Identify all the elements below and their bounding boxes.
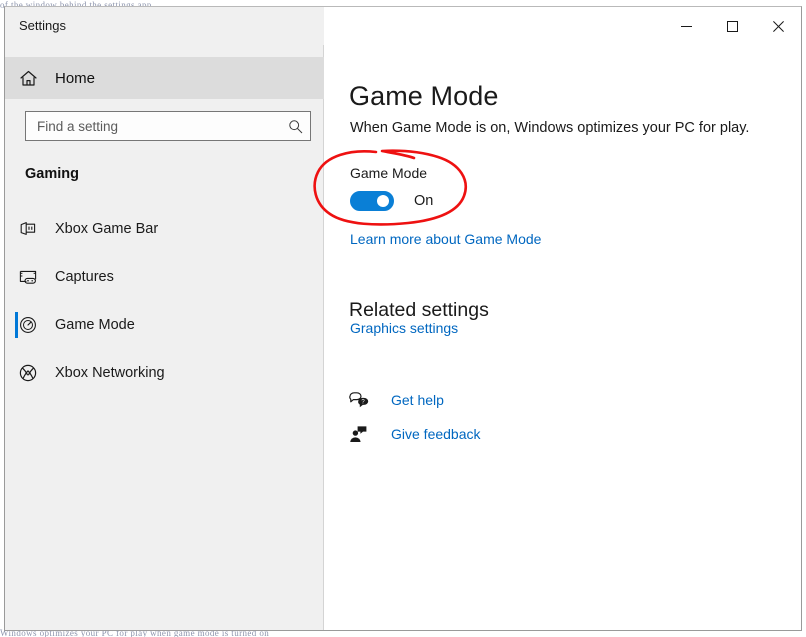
- sidebar-item-label: Xbox Networking: [55, 365, 165, 381]
- maximize-icon: [726, 20, 738, 32]
- content-pane: Game Mode When Game Mode is on, Windows …: [325, 45, 801, 630]
- sidebar-item-captures[interactable]: Captures: [5, 253, 324, 301]
- get-help-icon: ?: [349, 389, 375, 411]
- minimize-button[interactable]: [663, 7, 709, 45]
- close-button[interactable]: [755, 7, 801, 45]
- search-input[interactable]: [26, 118, 280, 134]
- window-controls: [663, 7, 801, 45]
- get-help-link[interactable]: Get help: [391, 392, 444, 408]
- sidebar-item-home-label: Home: [55, 69, 96, 87]
- graphics-settings-link[interactable]: Graphics settings: [350, 320, 458, 336]
- give-feedback-icon: [349, 423, 375, 445]
- search-icon[interactable]: [280, 119, 310, 134]
- page-title: Game Mode: [349, 81, 499, 112]
- search-box[interactable]: [25, 111, 311, 141]
- selection-indicator: [15, 312, 18, 338]
- sidebar-item-xbox-game-bar[interactable]: Xbox Game Bar: [5, 205, 324, 253]
- sidebar-item-label: Captures: [55, 269, 114, 285]
- sidebar-item-label: Xbox Game Bar: [55, 221, 159, 237]
- captures-icon: [5, 267, 51, 287]
- window-title: Settings: [19, 18, 66, 33]
- get-help-row[interactable]: ? Get help: [349, 383, 481, 417]
- game-mode-icon: [5, 315, 51, 335]
- sidebar-nav-list: Xbox Game Bar Captures Game Mode Xbox Ne…: [5, 205, 324, 397]
- game-mode-toggle-row: On: [350, 191, 433, 211]
- learn-more-link[interactable]: Learn more about Game Mode: [350, 231, 541, 247]
- sidebar-item-label: Game Mode: [55, 317, 135, 333]
- give-feedback-row[interactable]: Give feedback: [349, 417, 481, 451]
- game-mode-setting: Game Mode On: [350, 165, 433, 211]
- page-description: When Game Mode is on, Windows optimizes …: [350, 120, 750, 136]
- sidebar-item-xbox-networking[interactable]: Xbox Networking: [5, 349, 324, 397]
- sidebar-category-label: Gaming: [25, 166, 79, 182]
- game-mode-toggle-label: Game Mode: [350, 165, 428, 181]
- game-mode-toggle[interactable]: [350, 191, 394, 211]
- related-settings-heading: Related settings: [349, 299, 489, 322]
- toggle-knob: [377, 195, 389, 207]
- game-mode-toggle-state: On: [414, 193, 434, 209]
- give-feedback-link[interactable]: Give feedback: [391, 426, 481, 442]
- home-icon: [5, 69, 51, 88]
- sidebar-item-home[interactable]: Home: [5, 57, 324, 99]
- xbox-networking-icon: [5, 363, 51, 383]
- settings-window: Settings Home Find a setting Gaming Xbox…: [4, 6, 802, 631]
- help-links: ? Get help Give feedback: [349, 383, 481, 451]
- minimize-icon: [680, 21, 692, 32]
- sidebar-item-game-mode[interactable]: Game Mode: [5, 301, 324, 349]
- sidebar: Home Gaming: [5, 45, 324, 630]
- game-bar-icon: [5, 219, 51, 239]
- close-icon: [772, 20, 784, 32]
- maximize-button[interactable]: [709, 7, 755, 45]
- title-bar[interactable]: Settings: [5, 7, 801, 45]
